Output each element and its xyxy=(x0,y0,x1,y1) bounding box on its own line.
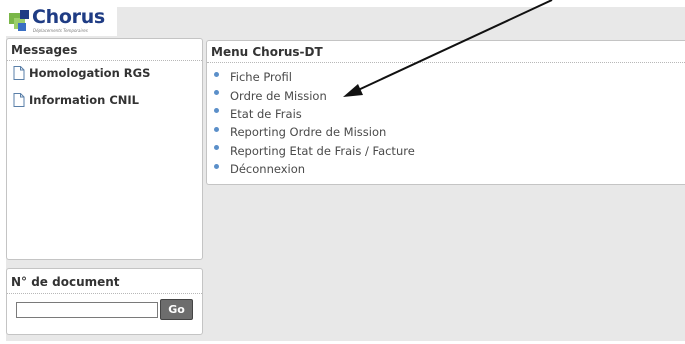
document-search-panel: N° de document Go xyxy=(6,268,203,335)
menu-item-reporting-etat-de-frais-facture[interactable]: Reporting Etat de Frais / Facture xyxy=(207,142,685,160)
message-label: Information CNIL xyxy=(29,93,139,107)
menu-item-fiche-profil[interactable]: Fiche Profil xyxy=(207,68,685,86)
menu-title: Menu Chorus-DT xyxy=(207,41,685,63)
chorus-logo-mark-icon xyxy=(9,10,29,31)
bullet-icon xyxy=(214,108,219,114)
menu-item-label: Fiche Profil xyxy=(230,70,292,85)
menu-item-deconnexion[interactable]: Déconnexion xyxy=(207,160,685,178)
bullet-icon xyxy=(214,126,219,132)
go-button[interactable]: Go xyxy=(160,299,193,320)
menu-list: Fiche Profil Ordre de Mission Etat de Fr… xyxy=(207,63,685,178)
document-icon xyxy=(13,93,25,107)
messages-list: Homologation RGS Information CNIL xyxy=(7,66,202,107)
bullet-icon xyxy=(214,163,219,169)
menu-item-reporting-ordre-de-mission[interactable]: Reporting Ordre de Mission xyxy=(207,123,685,141)
document-number-input[interactable] xyxy=(16,302,158,318)
app-window: Chorus Déplacements Temporaires Messages… xyxy=(6,6,685,341)
bullet-icon xyxy=(214,71,219,77)
document-search-title: N° de document xyxy=(7,269,202,294)
message-link-homologation-rgs[interactable]: Homologation RGS xyxy=(7,66,202,80)
logo-text: Chorus xyxy=(32,6,105,28)
messages-title: Messages xyxy=(7,39,202,61)
message-label: Homologation RGS xyxy=(29,66,151,80)
chorus-logo[interactable]: Chorus Déplacements Temporaires xyxy=(6,6,117,36)
bullet-icon xyxy=(214,90,219,96)
menu-item-etat-de-frais[interactable]: Etat de Frais xyxy=(207,105,685,123)
document-icon xyxy=(13,66,25,80)
menu-item-label: Ordre de Mission xyxy=(230,88,327,103)
bullet-icon xyxy=(214,145,219,151)
menu-panel: Menu Chorus-DT Fiche Profil Ordre de Mis… xyxy=(206,40,685,185)
logo-tagline: Déplacements Temporaires xyxy=(33,28,88,33)
menu-item-label: Reporting Ordre de Mission xyxy=(230,125,387,140)
messages-panel: Messages Homologation RGS Information CN… xyxy=(6,38,203,260)
menu-item-label: Déconnexion xyxy=(230,162,306,177)
message-link-information-cnil[interactable]: Information CNIL xyxy=(7,93,202,107)
menu-item-label: Reporting Etat de Frais / Facture xyxy=(230,143,415,158)
menu-item-ordre-de-mission[interactable]: Ordre de Mission xyxy=(207,86,685,104)
menu-item-label: Etat de Frais xyxy=(230,106,302,121)
